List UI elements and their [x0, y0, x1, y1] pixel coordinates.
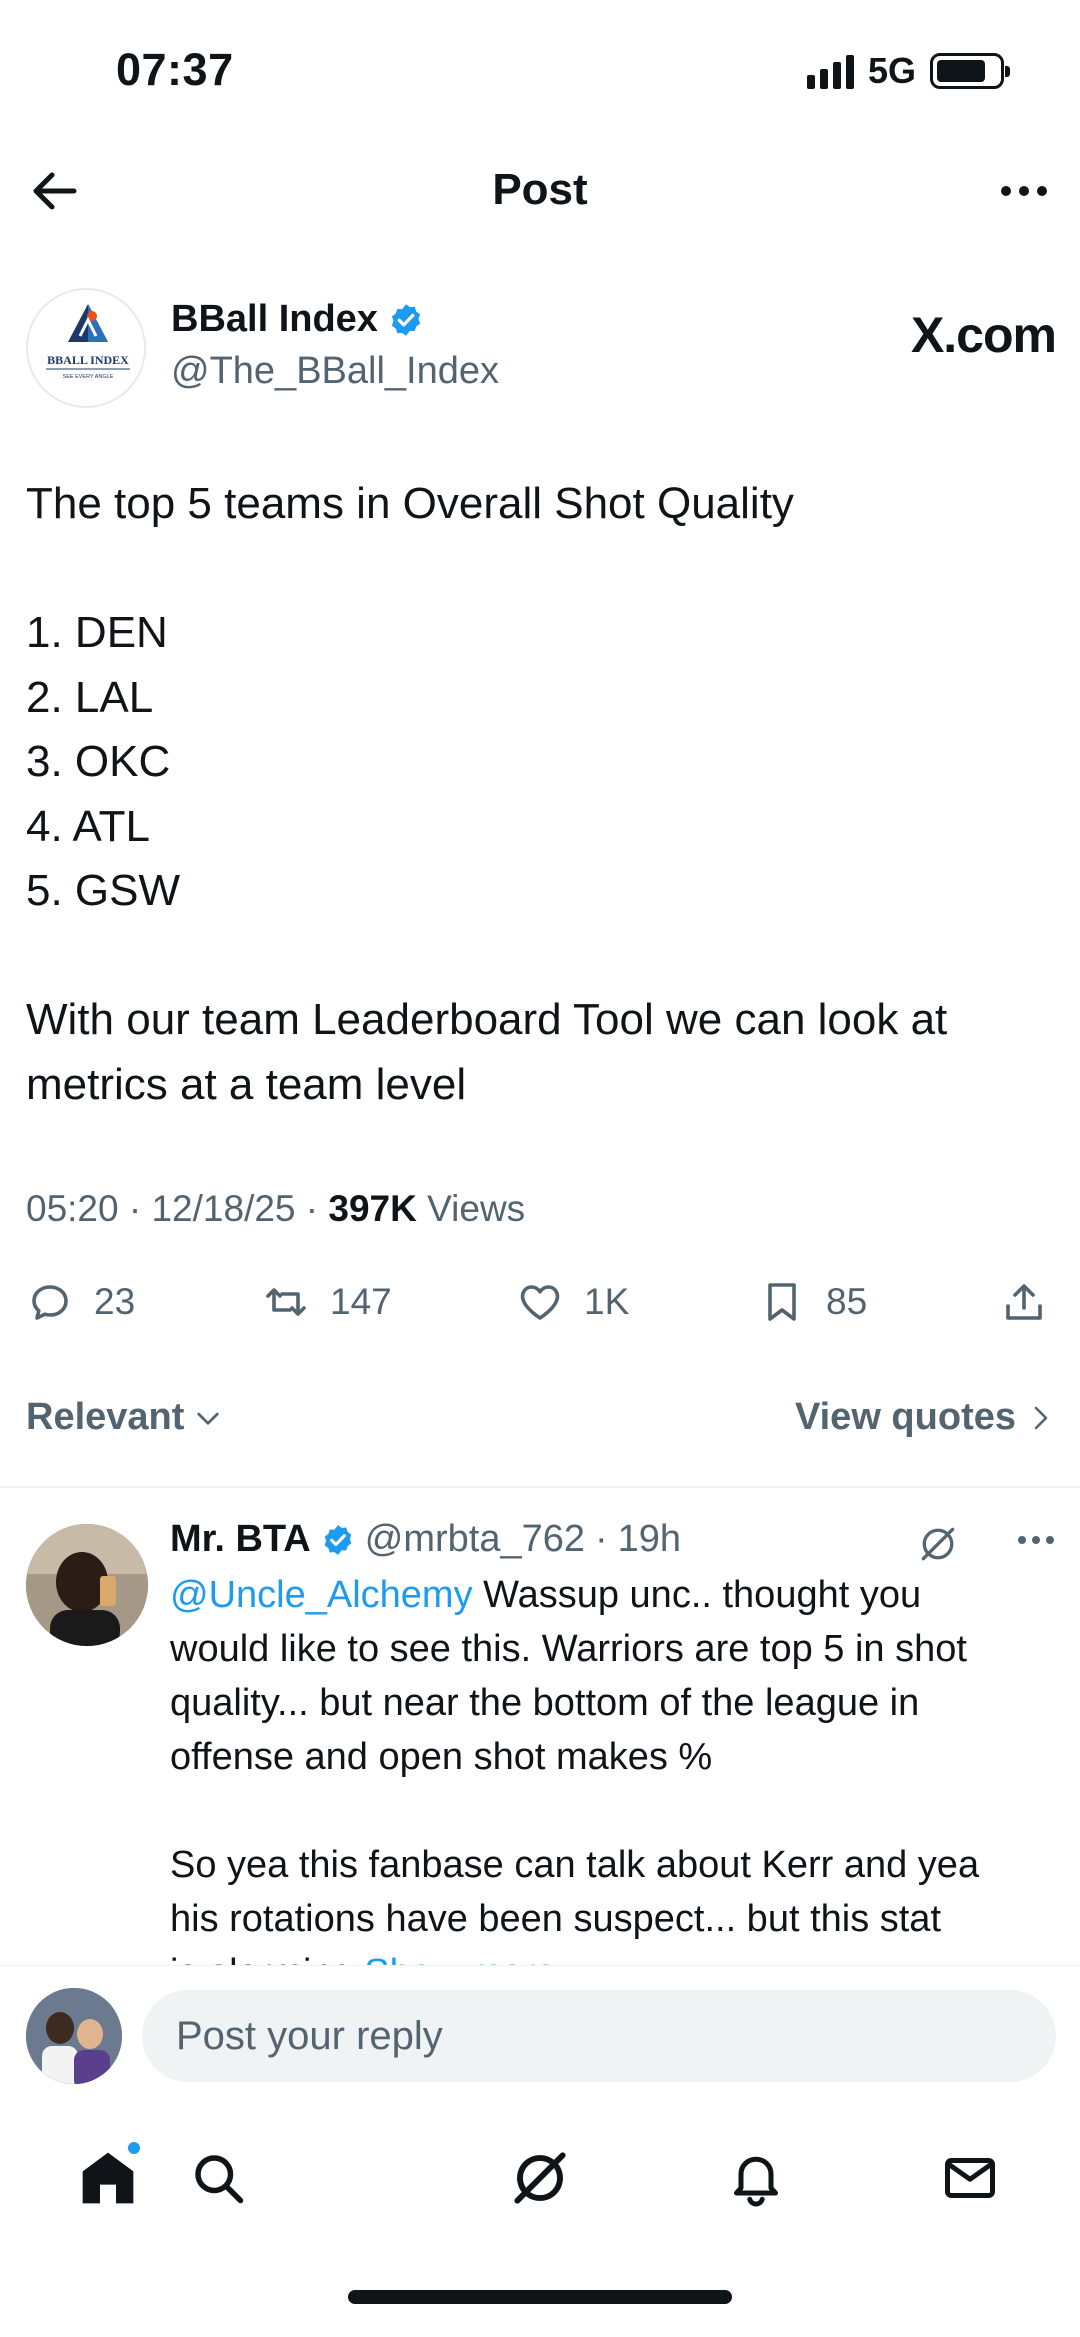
post-line: 3. OKC [26, 737, 171, 786]
reply-line: would like to see this. Warriors are top… [170, 1628, 967, 1670]
reply-item[interactable]: Mr. BTA @mrbta_762 · 19h @Uncle_Alchemy … [0, 1488, 1080, 1968]
home-icon [82, 2152, 134, 2204]
reply-line [170, 1784, 1056, 1838]
reply-composer: Post your reply [0, 1966, 1080, 2106]
svg-text:SEE EVERY ANGLE: SEE EVERY ANGLE [63, 374, 114, 380]
reply-body: @Uncle_Alchemy Wassup unc.. thought you … [170, 1568, 1056, 1968]
battery-icon [930, 53, 1010, 89]
reply-line: So yea this fanbase can talk about Kerr … [170, 1844, 980, 1886]
view-quotes-link[interactable]: View quotes [795, 1396, 1056, 1439]
post-date[interactable]: 12/18/25 [151, 1188, 295, 1229]
views-count: 397K [328, 1188, 417, 1229]
post-line [26, 537, 1056, 602]
reply-input[interactable]: Post your reply [142, 1990, 1056, 2082]
author-name-row[interactable]: BBall Index [171, 298, 424, 341]
status-time: 07:37 [116, 44, 234, 95]
status-indicators: 5G [806, 50, 1010, 92]
chevron-down-icon [197, 1412, 220, 1425]
author-handle[interactable]: @The_BBall_Index [171, 350, 499, 393]
reply-line: quality... but near the bottom of the le… [170, 1682, 920, 1724]
post-line: 5. GSW [26, 866, 181, 915]
post-meta: 05:20 · 12/18/25 · 397K Views [26, 1188, 526, 1229]
separator-dot: · [595, 1518, 608, 1560]
post-line: metrics at a team level [26, 1059, 467, 1109]
network-label: 5G [867, 50, 916, 91]
grok-icon [514, 2152, 566, 2204]
like-count: 1K [584, 1281, 630, 1322]
nav-notifications[interactable] [716, 2138, 796, 2218]
x-com-watermark: X.com [910, 307, 1057, 363]
author-name: BBall Index [171, 298, 378, 340]
grok-button[interactable] [916, 1522, 960, 1571]
bookmark-icon [768, 1283, 796, 1321]
nav-search[interactable] [178, 2138, 258, 2218]
post-line [26, 924, 1056, 989]
reply-line: offense and open shot makes % [170, 1736, 713, 1778]
signal-icon [806, 53, 854, 89]
repost-icon [266, 1288, 306, 1316]
reply-sort-row: Relevant View quotes [26, 1390, 1056, 1450]
repost-button[interactable]: 147 [262, 1278, 392, 1326]
reply-more-button[interactable] [1018, 1536, 1054, 1544]
search-icon [195, 2155, 244, 2204]
more-options-button[interactable] [994, 163, 1054, 219]
reply-avatar-image [26, 1524, 148, 1646]
reply-icon [32, 1285, 68, 1320]
post-line: With our team Leaderboard Tool we can lo… [26, 995, 948, 1044]
mail-icon [945, 2158, 995, 2198]
page-title: Post [492, 165, 588, 214]
reply-count: 23 [94, 1281, 136, 1322]
post-header: Post [0, 145, 1080, 235]
home-indicator[interactable] [348, 2290, 732, 2304]
chevron-right-icon [1034, 1406, 1048, 1429]
author-avatar[interactable]: BBALL INDEX SEE EVERY ANGLE [26, 288, 146, 408]
sort-label: Relevant [26, 1396, 185, 1438]
post-line: 4. ATL [26, 801, 150, 851]
reply-author-name[interactable]: Mr. BTA [170, 1518, 311, 1561]
bball-index-logo: BBALL INDEX SEE EVERY ANGLE [46, 304, 130, 380]
reply-header: Mr. BTA @mrbta_762 · 19h [170, 1518, 681, 1561]
reply-time: 19h [617, 1518, 682, 1560]
post-line: 2. LAL [26, 672, 154, 722]
post-author: BBALL INDEX SEE EVERY ANGLE BBall Index … [26, 288, 1057, 408]
reply-line: his rotations have been suspect... but t… [170, 1898, 942, 1940]
repost-count: 147 [330, 1281, 392, 1322]
share-icon [1006, 1284, 1042, 1320]
verified-badge-icon [391, 303, 421, 336]
verified-badge-icon [324, 1524, 352, 1555]
post-body: The top 5 teams in Overall Shot Quality … [26, 472, 1056, 1117]
reply-author-handle[interactable]: @mrbta_762 [365, 1518, 585, 1561]
mention-link[interactable]: @Uncle_Alchemy [170, 1574, 473, 1616]
nav-home[interactable] [68, 2138, 148, 2218]
post-actions: 23 147 1K 85 [26, 1278, 1056, 1338]
bookmark-count: 85 [826, 1281, 868, 1322]
nav-grok[interactable] [500, 2138, 580, 2218]
like-button[interactable]: 1K [516, 1278, 629, 1326]
view-quotes-label: View quotes [794, 1396, 1016, 1438]
current-user-avatar[interactable] [26, 1988, 122, 2084]
svg-text:BBALL INDEX: BBALL INDEX [47, 353, 129, 367]
bottom-nav [0, 2120, 1080, 2240]
post-line: The top 5 teams in Overall Shot Quality [26, 479, 794, 528]
reply-button[interactable]: 23 [26, 1278, 135, 1326]
sort-dropdown[interactable]: Relevant [26, 1396, 224, 1439]
heart-icon [520, 1285, 560, 1320]
share-button[interactable] [1000, 1278, 1048, 1326]
nav-messages[interactable] [930, 2138, 1010, 2218]
user-avatar-image [26, 1988, 122, 2084]
reply-line: @Uncle_Alchemy Wassup unc.. thought you [170, 1574, 922, 1616]
post-time[interactable]: 05:20 [26, 1188, 119, 1229]
reply-avatar[interactable] [26, 1524, 148, 1646]
bell-icon [734, 2156, 778, 2207]
views-label: Views [427, 1188, 526, 1229]
post-line: 1. DEN [26, 608, 168, 657]
status-bar: 07:37 5G [0, 0, 1080, 140]
notification-dot [126, 2140, 142, 2156]
grok-icon [921, 1527, 955, 1561]
bookmark-button[interactable]: 85 [758, 1278, 867, 1326]
